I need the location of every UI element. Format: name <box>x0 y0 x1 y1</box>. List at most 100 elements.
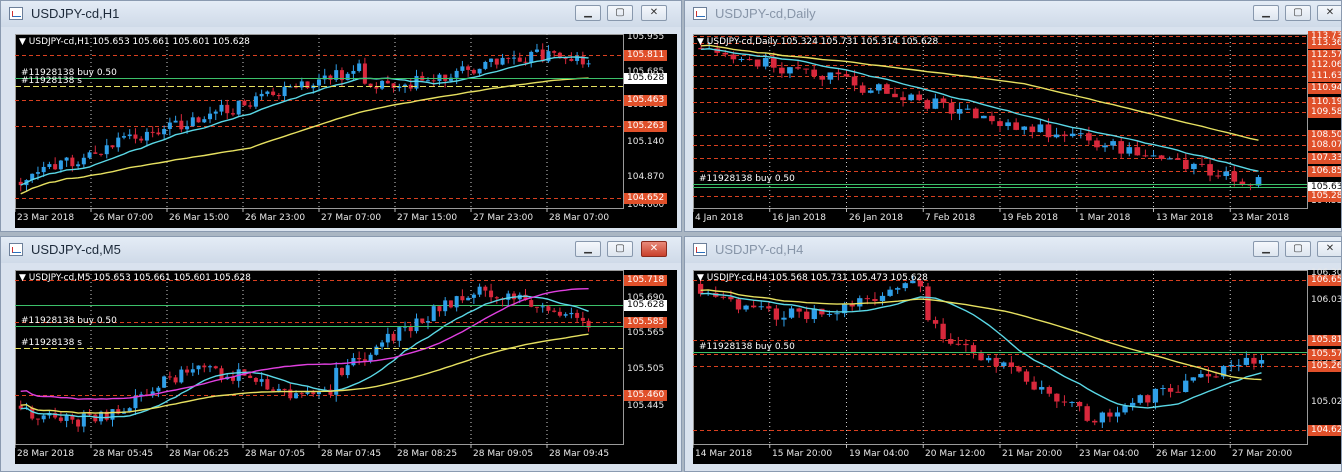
candle <box>948 98 955 121</box>
candle <box>357 59 362 73</box>
candle <box>150 387 155 398</box>
price-axis-label: 105.02 <box>1311 397 1342 407</box>
candle <box>110 409 115 427</box>
candle <box>1137 394 1143 405</box>
candle <box>781 311 787 327</box>
candle <box>219 99 224 116</box>
price-axis-label: 104.870 <box>627 172 665 182</box>
minimize-button[interactable]: ▁ <box>1253 5 1279 21</box>
candle <box>586 318 591 332</box>
moving-average-line <box>701 48 1259 172</box>
candle <box>1039 380 1045 394</box>
time-axis-label: 28 Mar 09:05 <box>473 449 534 459</box>
trade-label[interactable]: #11928138 buy 0.50 <box>699 342 795 352</box>
time-axis-label: 27 Mar 07:00 <box>321 213 382 223</box>
candle <box>104 138 109 159</box>
candle <box>989 111 995 125</box>
time-axis-label: 19 Mar 04:00 <box>849 449 910 459</box>
window-titlebar[interactable]: USDJPY-cd,H4 ▁ ▢ ✕ <box>685 237 1341 263</box>
trade-label[interactable]: #11928138 s <box>21 76 82 86</box>
candle <box>53 157 58 170</box>
candle <box>483 60 488 71</box>
close-button[interactable]: ✕ <box>641 5 667 21</box>
chart-plot-area[interactable]: ▼ USDJPY-cd,Daily 105.324 105.731 105.31… <box>693 31 1341 228</box>
candle <box>110 145 115 149</box>
candle <box>414 69 419 91</box>
time-axis-label: 26 Mar 23:00 <box>245 213 306 223</box>
window-titlebar[interactable]: USDJPY-cd,M5 ▁ ▢ ✕ <box>1 237 681 263</box>
chart-plot-area[interactable]: ▼ USDJPY-cd,M5 105.653 105.661 105.601 1… <box>15 270 677 464</box>
window-titlebar[interactable]: USDJPY-cd,Daily ▁ ▢ ✕ <box>685 1 1341 27</box>
candle <box>827 72 834 84</box>
time-axis-label: 23 Mar 2018 <box>1232 213 1290 223</box>
candle <box>162 375 167 388</box>
candle <box>288 84 293 88</box>
price-tag: 105.26 <box>1308 361 1341 372</box>
chart-plot-area[interactable]: ▼ USDJPY-cd,H1 105.653 105.661 105.601 1… <box>15 32 677 228</box>
candle <box>391 331 396 344</box>
candle <box>276 93 281 100</box>
candle <box>1076 401 1083 412</box>
minimize-button[interactable]: ▁ <box>575 5 601 21</box>
candle <box>887 286 893 297</box>
chart-plot-area[interactable]: ▼ USDJPY-cd,H4 105.568 105.731 105.473 1… <box>693 268 1342 464</box>
candle <box>443 74 448 88</box>
chart-canvas <box>693 34 1308 212</box>
candle <box>908 93 914 102</box>
candle <box>948 333 954 346</box>
candle <box>362 57 367 85</box>
candle <box>374 344 379 356</box>
close-button[interactable]: ✕ <box>641 241 667 257</box>
candle <box>1134 140 1141 156</box>
candle <box>443 297 448 317</box>
candle <box>35 418 40 426</box>
restore-button[interactable]: ▢ <box>1285 5 1311 21</box>
restore-button[interactable]: ▢ <box>1285 241 1311 257</box>
close-button[interactable]: ✕ <box>1317 241 1341 257</box>
candle <box>190 362 195 377</box>
candle <box>385 75 390 84</box>
candle <box>139 136 144 143</box>
candle <box>167 117 172 136</box>
candle <box>345 359 350 379</box>
candle <box>925 282 931 322</box>
candle <box>1084 403 1090 423</box>
trade-label[interactable]: #11928138 buy 0.50 <box>21 316 117 326</box>
candle <box>127 129 132 140</box>
candle <box>534 306 539 313</box>
minimize-button[interactable]: ▁ <box>575 241 601 257</box>
candle <box>431 74 436 87</box>
chart-window-h4[interactable]: USDJPY-cd,H4 ▁ ▢ ✕ ▼ USDJPY-cd,H4 105.56… <box>684 236 1342 472</box>
candle <box>1110 138 1116 150</box>
trade-label[interactable]: #11928138 s <box>21 338 82 348</box>
candle <box>1130 397 1136 411</box>
chart-window-h1[interactable]: USDJPY-cd,H1 ▁ ▢ ✕ ▼ USDJPY-cd,H1 105.65… <box>0 0 682 232</box>
candle <box>385 327 390 348</box>
candle <box>294 83 299 89</box>
candle <box>1092 419 1098 426</box>
candle <box>895 286 901 294</box>
candle <box>345 72 350 81</box>
candle <box>179 114 184 133</box>
trade-label[interactable]: #11928138 buy 0.50 <box>699 174 795 184</box>
candle <box>494 58 499 69</box>
candle <box>448 300 453 309</box>
candle <box>64 156 69 167</box>
time-axis-label: 28 Mar 07:45 <box>321 449 382 459</box>
restore-button[interactable]: ▢ <box>607 241 633 257</box>
candle <box>368 83 373 88</box>
candle <box>956 102 963 120</box>
close-button[interactable]: ✕ <box>1317 5 1341 21</box>
price-tag: 108.07 <box>1308 140 1341 151</box>
candle <box>1182 153 1189 173</box>
candle <box>940 318 946 343</box>
chart-window-daily[interactable]: USDJPY-cd,Daily ▁ ▢ ✕ ▼ USDJPY-cd,Daily … <box>684 0 1342 232</box>
restore-button[interactable]: ▢ <box>607 5 633 21</box>
candle <box>981 115 987 119</box>
window-titlebar[interactable]: USDJPY-cd,H1 ▁ ▢ ✕ <box>1 1 681 27</box>
chart-header: ▼ USDJPY-cd,Daily 105.324 105.731 105.31… <box>697 37 939 47</box>
minimize-button[interactable]: ▁ <box>1253 241 1279 257</box>
candle <box>540 302 545 313</box>
chart-window-m5[interactable]: USDJPY-cd,M5 ▁ ▢ ✕ ▼ USDJPY-cd,M5 105.65… <box>0 236 682 472</box>
candle <box>766 301 772 313</box>
